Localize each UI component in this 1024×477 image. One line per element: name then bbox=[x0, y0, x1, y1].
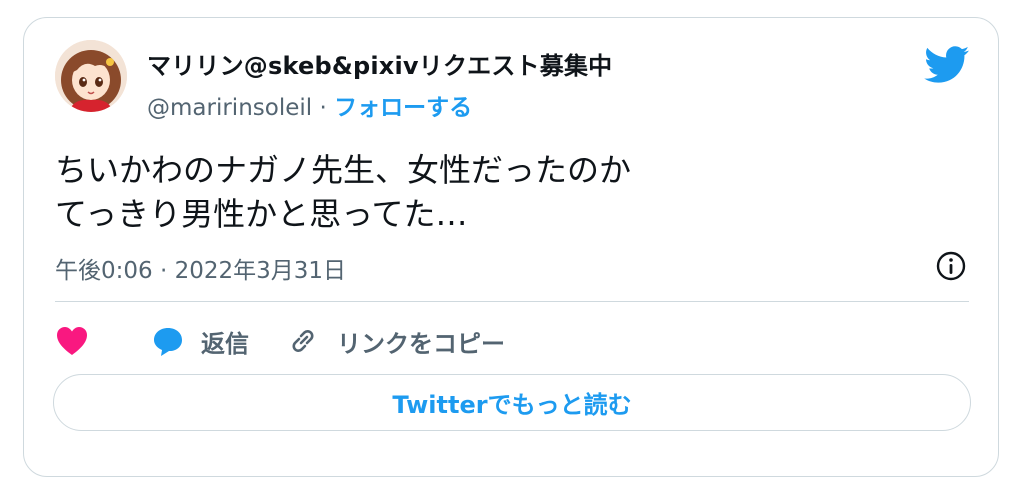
separator: · bbox=[319, 95, 327, 121]
tweet-text-line: ちいかわのナガノ先生、女性だったのか bbox=[55, 151, 632, 189]
handle-row: @maririnsoleil · フォローする bbox=[147, 88, 472, 122]
divider bbox=[55, 301, 969, 302]
reply-label: 返信 bbox=[201, 329, 249, 358]
action-bar: 返信 リンクをコピー bbox=[55, 321, 505, 361]
handle[interactable]: @maririnsoleil bbox=[147, 95, 312, 121]
heart-icon bbox=[57, 327, 87, 355]
link-icon bbox=[292, 330, 314, 352]
twitter-bird-icon[interactable] bbox=[924, 46, 970, 84]
like-button[interactable] bbox=[55, 325, 151, 357]
avatar[interactable] bbox=[55, 40, 127, 112]
follow-link[interactable]: フォローする bbox=[334, 95, 472, 121]
timestamp[interactable]: 午後0:06 · 2022年3月31日 bbox=[55, 251, 346, 285]
display-name[interactable]: マリリン@skeb&pixivリクエスト募集中 bbox=[147, 46, 612, 81]
read-more-button[interactable]: Twitterでもっと読む bbox=[53, 374, 971, 431]
copy-link-button[interactable]: リンクをコピー bbox=[249, 324, 505, 359]
tweet-embed-card: マリリン@skeb&pixivリクエスト募集中 @maririnsoleil ·… bbox=[23, 17, 999, 477]
tweet-text-line: てっきり男性かと思ってた… bbox=[55, 195, 468, 233]
tweet-text: ちいかわのナガノ先生、女性だったのか てっきり男性かと思ってた… bbox=[55, 148, 631, 236]
reply-bubble-icon bbox=[154, 328, 182, 356]
copy-link-label: リンクをコピー bbox=[337, 329, 505, 358]
info-icon[interactable] bbox=[935, 250, 967, 282]
reply-button[interactable]: 返信 bbox=[151, 324, 249, 359]
